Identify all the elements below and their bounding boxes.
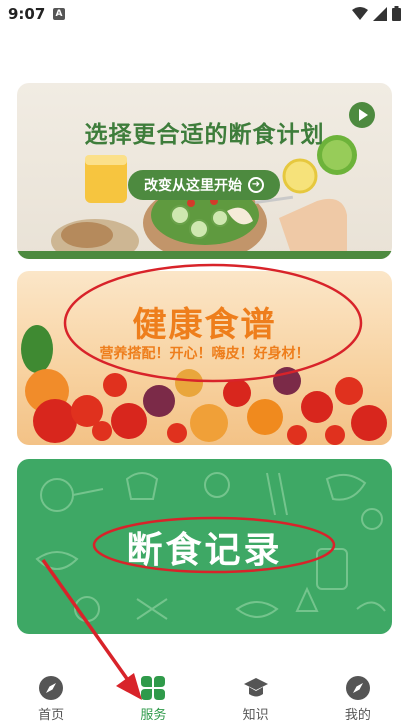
nav-item-knowledge[interactable]: 知识 (205, 666, 307, 727)
battery-icon (392, 6, 401, 21)
play-button[interactable] (349, 102, 375, 128)
fasting-records-card[interactable]: 断食记录 (17, 459, 392, 634)
arrow-right-icon: ➜ (248, 177, 264, 193)
recipes-card-title: 健康食谱 (132, 305, 277, 345)
plan-card-title: 选择更合适的断食计划 (84, 122, 325, 148)
compass-icon (345, 676, 370, 700)
nav-label-services: 服务 (140, 708, 167, 723)
nav-label-mine: 我的 (344, 708, 371, 723)
nav-label-home: 首页 (38, 708, 65, 723)
healthy-recipes-card[interactable]: 健康食谱 营养搭配！开心！嗨皮！好身材！ (17, 271, 392, 445)
nav-item-services[interactable]: 服务 (102, 666, 204, 727)
card-bottom-strip (17, 251, 392, 259)
bottom-navigation: 首页 服务 知识 我的 (0, 666, 409, 727)
notification-icon: A (53, 8, 65, 20)
clover-icon (141, 676, 166, 700)
nav-item-mine[interactable]: 我的 (307, 666, 409, 727)
play-icon (359, 109, 368, 121)
fasting-plan-card[interactable]: 选择更合适的断食计划 改变从这里开始 ➜ (17, 83, 392, 259)
graduation-cap-icon (243, 678, 268, 697)
start-change-label: 改变从这里开始 (144, 178, 242, 194)
nav-item-home[interactable]: 首页 (0, 666, 102, 727)
records-card-title: 断食记录 (126, 530, 283, 571)
compass-icon (39, 676, 64, 700)
recipes-card-subtitle: 营养搭配！开心！嗨皮！好身材！ (99, 346, 310, 362)
wifi-icon (352, 6, 368, 20)
signal-icon (373, 6, 387, 21)
status-bar: 9:07 A (0, 0, 409, 28)
start-change-button[interactable]: 改变从这里开始 ➜ (128, 170, 280, 200)
nav-label-knowledge: 知识 (242, 708, 269, 723)
status-time: 9:07 (8, 5, 46, 23)
